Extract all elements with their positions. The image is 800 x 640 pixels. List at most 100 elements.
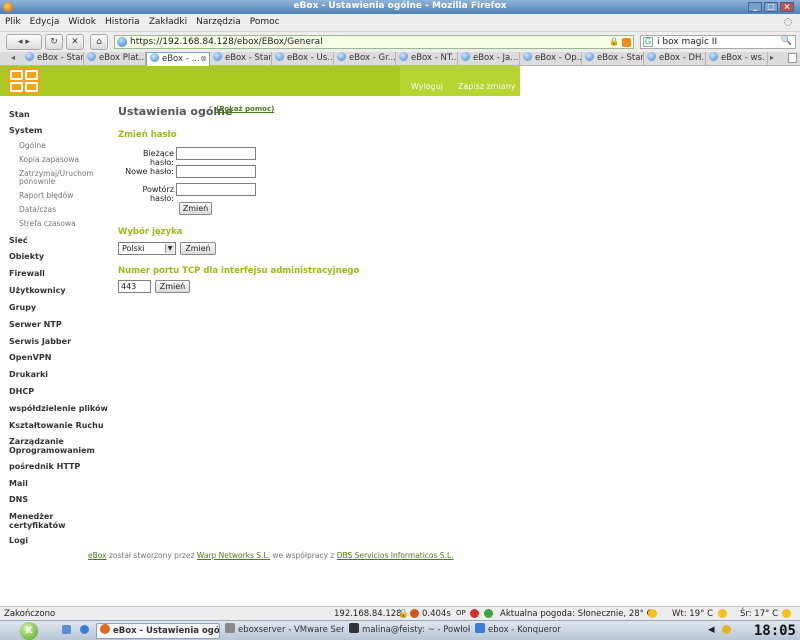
repeat-password-label: Powtórz hasło: bbox=[142, 185, 175, 203]
tab-scroll-right-icon[interactable]: ▸ bbox=[770, 53, 774, 62]
firebug-icon[interactable] bbox=[410, 609, 419, 620]
new-password-input[interactable] bbox=[176, 165, 256, 178]
konqueror-icon bbox=[475, 623, 485, 633]
sidebar-item-openvpn[interactable]: OpenVPN bbox=[9, 353, 109, 362]
clock[interactable]: 18:05 bbox=[754, 623, 796, 639]
port-input[interactable]: 443 bbox=[118, 280, 151, 293]
sidebar-subitem-timezone[interactable]: Strefa czasowa bbox=[19, 220, 109, 228]
sidebar-item-ntp[interactable]: Serwer NTP bbox=[9, 320, 109, 329]
sidebar-item-firewall[interactable]: Firewall bbox=[9, 269, 109, 278]
tab[interactable]: eBox - Gr... bbox=[334, 52, 396, 66]
menu-history[interactable]: Historia bbox=[100, 14, 144, 27]
sidebar-subitem-backup[interactable]: Kopia zapasowa bbox=[19, 156, 109, 164]
sidebar-item-jabber[interactable]: Serwis Jabber bbox=[9, 337, 109, 346]
change-language-button[interactable]: Zmień bbox=[180, 242, 216, 255]
tab[interactable]: eBox - NT... bbox=[396, 52, 458, 66]
address-bar[interactable]: https://192.168.84.128/ebox/EBox/General… bbox=[114, 35, 634, 49]
feed-icon[interactable] bbox=[622, 38, 631, 47]
maximize-icon[interactable]: □ bbox=[764, 2, 778, 12]
tab[interactable]: eBox - Us... bbox=[272, 52, 334, 66]
menu-help[interactable]: Pomoc bbox=[245, 14, 284, 27]
search-engine-icon[interactable]: G bbox=[643, 37, 653, 47]
close-icon[interactable]: × bbox=[780, 2, 794, 12]
reload-button[interactable]: ↻ bbox=[45, 34, 63, 50]
tray-icon[interactable] bbox=[722, 625, 731, 636]
block-icon[interactable] bbox=[470, 609, 479, 620]
sidebar-item-stan[interactable]: Stan bbox=[9, 110, 109, 119]
change-port-button[interactable]: Zmień bbox=[155, 280, 190, 293]
tab-label: eBox - Ja... bbox=[473, 53, 519, 63]
tab-scroll-left-icon[interactable]: ◂ bbox=[11, 53, 15, 62]
search-icon[interactable]: 🔍 bbox=[781, 36, 792, 46]
back-forward-button[interactable]: ◂ ▸ bbox=[6, 34, 42, 50]
tab[interactable]: eBox - Stan bbox=[582, 52, 644, 66]
sidebar-item-mail[interactable]: Mail bbox=[9, 479, 109, 488]
tab-icon bbox=[213, 52, 222, 61]
sidebar-item-network[interactable]: Sieć bbox=[9, 236, 109, 245]
logout-link[interactable]: Wyloguj bbox=[411, 82, 443, 91]
sidebar-subitem-general[interactable]: Ogólne bbox=[19, 142, 109, 150]
task-label: ebox - Konqueror bbox=[488, 625, 561, 635]
help-link[interactable]: (Pokaż pomoc) bbox=[216, 105, 274, 113]
new-tab-icon[interactable] bbox=[788, 53, 797, 63]
menu-file[interactable]: Plik bbox=[0, 14, 25, 27]
dbs-link[interactable]: DBS Servicios Informaticos S.L. bbox=[337, 551, 454, 560]
sidebar-item-objects[interactable]: Obiekty bbox=[9, 252, 109, 261]
current-password-input[interactable] bbox=[176, 147, 256, 160]
ok-icon[interactable] bbox=[484, 609, 493, 620]
tab[interactable]: eBox - ws. bbox=[706, 52, 768, 66]
sidebar-item-printers[interactable]: Drukarki bbox=[9, 370, 109, 379]
sidebar-item-users[interactable]: Użytkownicy bbox=[9, 286, 109, 295]
tab-label: eBox - ws. bbox=[721, 53, 765, 63]
task-vmware[interactable]: eboxserver - VMware Server bbox=[222, 623, 344, 639]
tab[interactable]: eBox - Op... bbox=[520, 52, 582, 66]
save-changes-link[interactable]: Zapisz zmiany bbox=[458, 82, 516, 91]
minimize-icon[interactable]: _ bbox=[748, 2, 762, 12]
sidebar-item-dhcp[interactable]: DHCP bbox=[9, 387, 109, 396]
search-input[interactable]: i box magic II bbox=[657, 37, 717, 47]
sidebar-item-http-proxy[interactable]: pośrednik HTTP bbox=[9, 462, 109, 471]
sidebar-item-logs[interactable]: Logi bbox=[9, 536, 109, 545]
task-konqueror[interactable]: ebox - Konqueror bbox=[472, 623, 594, 639]
tab-close-icon[interactable]: ⊗ bbox=[200, 54, 207, 63]
sidebar-subitem-date-time[interactable]: Data/czas bbox=[19, 206, 109, 214]
tab[interactable]: eBox - Stan bbox=[22, 52, 84, 66]
tab[interactable]: eBox - Stan bbox=[210, 52, 272, 66]
tab[interactable]: eBox - DH... bbox=[644, 52, 706, 66]
tab[interactable]: eBox - Ja... bbox=[458, 52, 520, 66]
browser-icon[interactable] bbox=[80, 625, 89, 636]
menu-bookmarks[interactable]: Zakładki bbox=[144, 14, 191, 27]
firefox-icon bbox=[100, 624, 110, 634]
kde-menu-button[interactable]: K bbox=[20, 622, 38, 640]
sidebar-item-certificates[interactable]: Menedżer certyfikatów bbox=[9, 512, 109, 530]
sidebar-subitem-restart[interactable]: Zatrzymaj/Uruchom ponownie bbox=[19, 170, 109, 186]
sidebar-item-file-sharing[interactable]: współdzielenie plików bbox=[9, 404, 109, 413]
menu-edit[interactable]: Edycja bbox=[25, 14, 64, 27]
stop-button[interactable]: ✕ bbox=[66, 34, 84, 50]
task-terminal[interactable]: malina@feisty: ~ - Powłoka bbox=[346, 623, 470, 639]
warp-networks-link[interactable]: Warp Networks S.L. bbox=[197, 551, 270, 560]
sidebar-item-system[interactable]: System bbox=[9, 126, 109, 135]
menu-view[interactable]: Widok bbox=[63, 14, 100, 27]
tab-icon bbox=[647, 52, 656, 61]
home-button[interactable]: ⌂ bbox=[90, 34, 108, 50]
window-title: eBox - Ustawienia ogólne - Mozilla Firef… bbox=[293, 1, 507, 11]
ebox-link[interactable]: eBox bbox=[88, 551, 107, 560]
tab[interactable]: eBox Plat... bbox=[84, 52, 146, 66]
sidebar-item-software[interactable]: Zarządzanie Oprogramowaniem bbox=[9, 437, 109, 455]
tab-label: eBox - Stan bbox=[597, 53, 644, 63]
new-password-label: Nowe hasło: bbox=[125, 167, 174, 176]
sidebar-subitem-bug-report[interactable]: Raport błędów bbox=[19, 192, 109, 200]
task-firefox[interactable]: eBox - Ustawienia ogólne bbox=[96, 623, 220, 639]
change-password-button[interactable]: Zmień bbox=[179, 202, 212, 215]
language-select[interactable]: Polski ▼ bbox=[118, 242, 176, 255]
sidebar-item-groups[interactable]: Grupy bbox=[9, 303, 109, 312]
sidebar-item-dns[interactable]: DNS bbox=[9, 495, 109, 504]
menu-tools[interactable]: Narzędzia bbox=[191, 14, 245, 27]
repeat-password-input[interactable] bbox=[176, 183, 256, 196]
sidebar-item-traffic-shaping[interactable]: Kształtowanie Ruchu bbox=[9, 421, 109, 430]
files-icon[interactable] bbox=[62, 625, 71, 636]
tab-active[interactable]: eBox - ... ⊗ bbox=[146, 52, 210, 66]
volume-icon[interactable]: ◀ bbox=[708, 625, 715, 635]
search-bar[interactable]: G i box magic II 🔍 bbox=[640, 35, 796, 49]
